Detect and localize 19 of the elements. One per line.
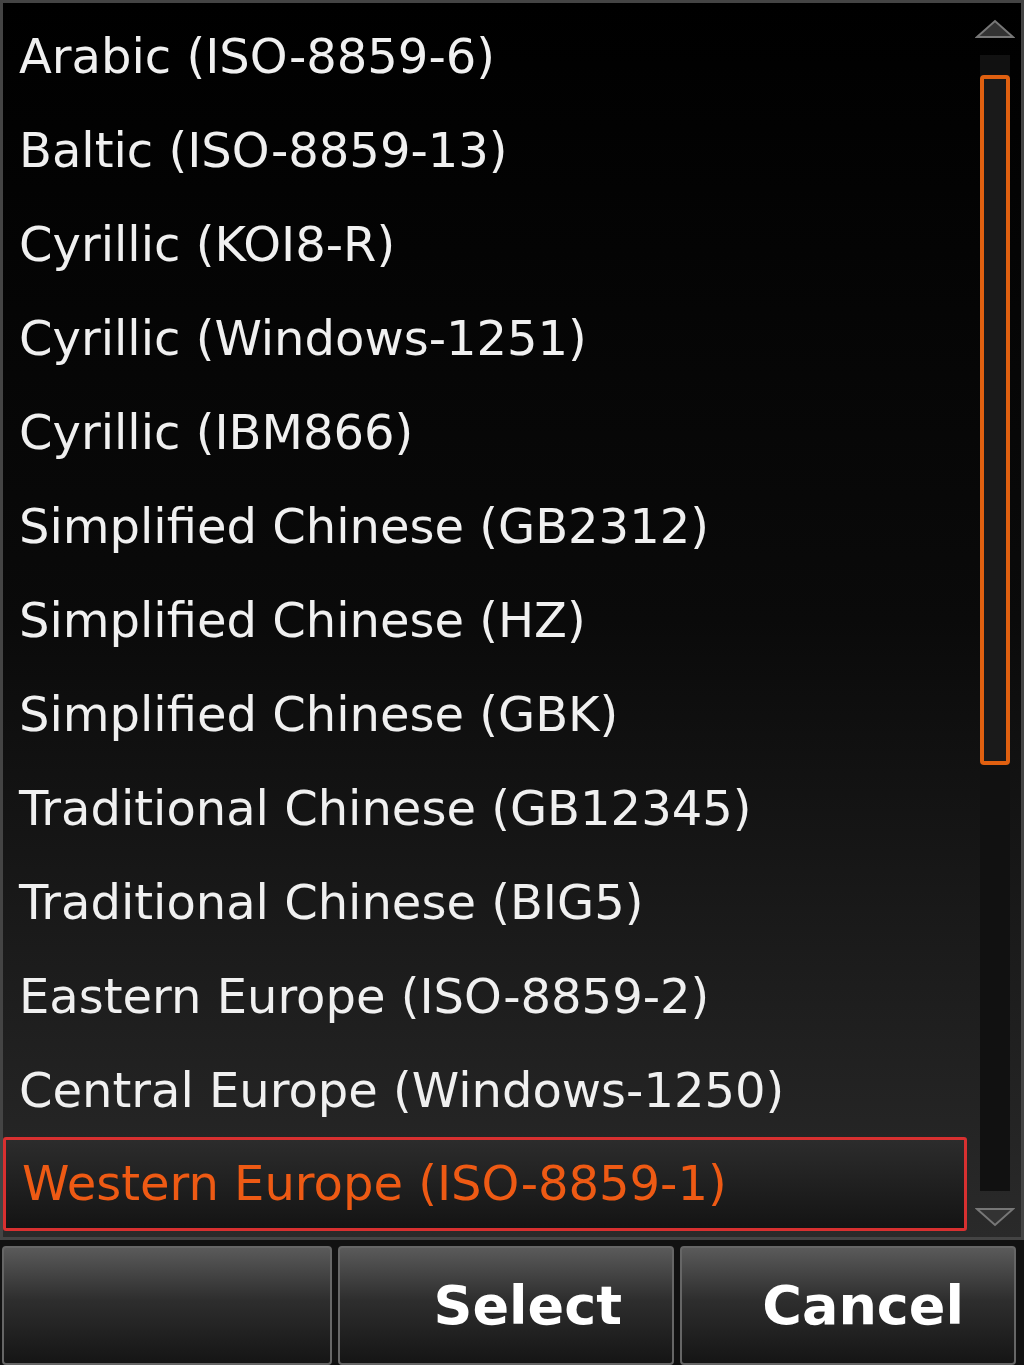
scroll-up-icon[interactable] [975,19,1015,39]
blank-softkey[interactable] [2,1246,332,1365]
list-item[interactable]: Cyrillic (Windows-1251) [3,291,969,385]
softkey-button[interactable]: Select [338,1246,674,1365]
list-item[interactable]: Cyrillic (IBM866) [3,385,969,479]
softkey-button[interactable]: Cancel [680,1246,1016,1365]
list-item[interactable]: Traditional Chinese (GB12345) [3,761,969,855]
scroll-thumb[interactable] [980,75,1010,765]
scroll-down-icon[interactable] [975,1207,1015,1227]
list-item[interactable]: Simplified Chinese (HZ) [3,573,969,667]
list-item[interactable]: Simplified Chinese (GB2312) [3,479,969,573]
list-item[interactable]: Eastern Europe (ISO-8859-2) [3,949,969,1043]
list-item[interactable]: Simplified Chinese (GBK) [3,667,969,761]
list-item[interactable]: Central Europe (Windows-1250) [3,1043,969,1137]
list-item[interactable]: Arabic (ISO-8859-6) [3,9,969,103]
list-item[interactable]: Western Europe (ISO-8859-1) [3,1137,967,1231]
list-item[interactable]: Traditional Chinese (BIG5) [3,855,969,949]
list-item[interactable]: Cyrillic (KOI8-R) [3,197,969,291]
list-item[interactable]: Baltic (ISO-8859-13) [3,103,969,197]
